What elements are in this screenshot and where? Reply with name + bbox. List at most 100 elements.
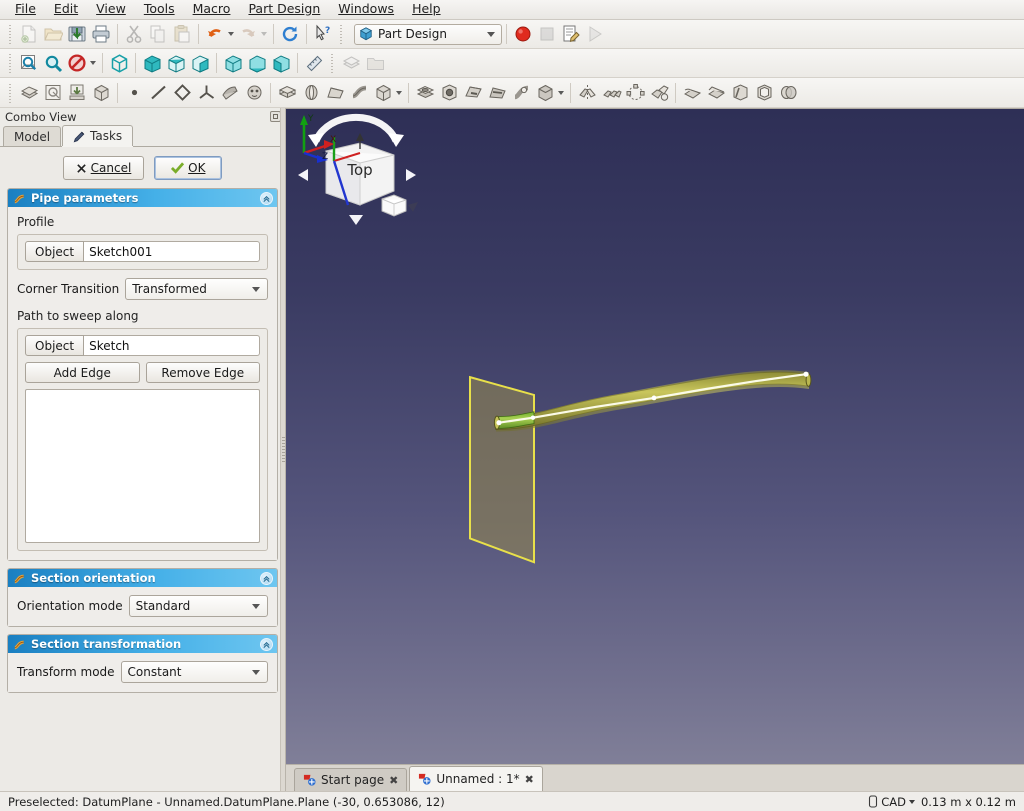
axonometric-view-icon[interactable] (107, 51, 131, 75)
draw-style-dropdown-caret[interactable] (90, 61, 96, 65)
subtractive-loft-icon[interactable] (485, 81, 509, 105)
save-document-icon[interactable] (65, 22, 89, 46)
chamfer-icon[interactable] (704, 81, 728, 105)
pad-icon[interactable] (275, 81, 299, 105)
remove-edge-button[interactable]: Remove Edge (146, 362, 261, 383)
hole-icon[interactable] (437, 81, 461, 105)
additive-primitive-icon[interactable] (371, 81, 395, 105)
edge-list[interactable] (25, 389, 260, 543)
macro-record-icon[interactable] (511, 22, 535, 46)
toolbar-grip[interactable] (7, 53, 14, 73)
multi-transform-icon[interactable] (647, 81, 671, 105)
refresh-icon[interactable] (278, 22, 302, 46)
subtractive-primitive-icon[interactable] (533, 81, 557, 105)
unit-system-selector[interactable]: CAD (868, 795, 915, 809)
draft-icon[interactable] (728, 81, 752, 105)
shape-binder-icon[interactable] (218, 81, 242, 105)
menu-help[interactable]: Help (403, 0, 450, 19)
create-body-icon[interactable] (17, 81, 41, 105)
profile-object-button[interactable]: Object (25, 241, 84, 262)
front-view-icon[interactable] (140, 51, 164, 75)
redo-dropdown-caret[interactable] (261, 32, 267, 36)
create-sketch-icon[interactable] (41, 81, 65, 105)
cut-icon[interactable] (122, 22, 146, 46)
close-icon[interactable]: ✖ (389, 774, 398, 787)
pocket-icon[interactable] (413, 81, 437, 105)
group-section-transformation-header[interactable]: Section transformation (8, 635, 277, 653)
toolbar-grip[interactable] (338, 24, 345, 44)
whats-this-icon[interactable]: ? (311, 22, 335, 46)
mirrored-icon[interactable] (575, 81, 599, 105)
edit-sketch-icon[interactable] (65, 81, 89, 105)
revolution-icon[interactable] (299, 81, 323, 105)
additive-loft-icon[interactable] (323, 81, 347, 105)
panel-splitter[interactable] (280, 108, 285, 791)
transform-mode-select[interactable]: Constant (121, 661, 268, 683)
copy-icon[interactable] (146, 22, 170, 46)
sub-object-binder-icon[interactable] (242, 81, 266, 105)
menu-macro[interactable]: Macro (184, 0, 240, 19)
measure-icon[interactable] (302, 51, 326, 75)
group-pipe-parameters-header[interactable]: Pipe parameters (8, 189, 277, 207)
workbench-selector[interactable]: Part Design (354, 24, 502, 45)
additive-primitive-dropdown-caret[interactable] (396, 91, 402, 95)
linear-pattern-icon[interactable] (599, 81, 623, 105)
open-document-icon[interactable] (41, 22, 65, 46)
rear-view-icon[interactable] (221, 51, 245, 75)
datum-line-icon[interactable] (146, 81, 170, 105)
chevron-up-icon[interactable] (260, 638, 273, 651)
bottom-view-icon[interactable] (245, 51, 269, 75)
tab-model[interactable]: Model (3, 126, 61, 146)
path-object-button[interactable]: Object (25, 335, 84, 356)
undo-icon[interactable] (203, 22, 227, 46)
toolbar-grip[interactable] (329, 53, 336, 73)
paste-icon[interactable] (170, 22, 194, 46)
group-section-orientation-header[interactable]: Section orientation (8, 569, 277, 587)
fit-all-icon[interactable] (17, 51, 41, 75)
boolean-icon[interactable] (776, 81, 800, 105)
menu-windows[interactable]: Windows (329, 0, 403, 19)
menu-tools[interactable]: Tools (135, 0, 184, 19)
menu-file[interactable]: File (6, 0, 45, 19)
3d-viewport[interactable]: Top Y X (286, 108, 1024, 764)
additive-pipe-icon[interactable] (347, 81, 371, 105)
close-icon[interactable]: ✖ (525, 773, 534, 786)
macro-execute-icon[interactable] (583, 22, 607, 46)
macro-edit-icon[interactable] (559, 22, 583, 46)
cancel-button[interactable]: Cancel (63, 156, 145, 180)
create-part-icon[interactable] (339, 51, 363, 75)
new-document-icon[interactable] (17, 22, 41, 46)
print-icon[interactable] (89, 22, 113, 46)
datum-plane-icon[interactable] (170, 81, 194, 105)
path-object-field[interactable]: Sketch (84, 335, 260, 356)
redo-icon[interactable] (236, 22, 260, 46)
ok-button[interactable]: OK (154, 156, 222, 180)
right-view-icon[interactable] (188, 51, 212, 75)
orientation-mode-select[interactable]: Standard (129, 595, 268, 617)
chevron-up-icon[interactable] (260, 572, 273, 585)
document-tab-unnamed[interactable]: Unnamed : 1* ✖ (409, 766, 543, 791)
thickness-icon[interactable] (752, 81, 776, 105)
create-group-icon[interactable] (363, 51, 387, 75)
macro-stop-icon[interactable] (535, 22, 559, 46)
tab-tasks[interactable]: Tasks (62, 125, 133, 146)
undo-dropdown-caret[interactable] (228, 32, 234, 36)
toolbar-grip[interactable] (7, 24, 14, 44)
profile-object-field[interactable]: Sketch001 (84, 241, 260, 262)
groove-icon[interactable] (461, 81, 485, 105)
fit-selection-icon[interactable] (41, 51, 65, 75)
document-tab-start-page[interactable]: Start page ✖ (294, 768, 407, 791)
toolbar-grip[interactable] (7, 83, 14, 103)
polar-pattern-icon[interactable] (623, 81, 647, 105)
add-edge-button[interactable]: Add Edge (25, 362, 140, 383)
subtractive-primitive-dropdown-caret[interactable] (558, 91, 564, 95)
chevron-up-icon[interactable] (260, 192, 273, 205)
menu-part-design[interactable]: Part Design (239, 0, 329, 19)
local-coordinate-system-icon[interactable] (194, 81, 218, 105)
corner-transition-select[interactable]: Transformed (125, 278, 268, 300)
datum-point-icon[interactable] (122, 81, 146, 105)
fillet-icon[interactable] (680, 81, 704, 105)
draw-style-icon[interactable] (65, 51, 89, 75)
subtractive-pipe-icon[interactable] (509, 81, 533, 105)
top-view-icon[interactable] (164, 51, 188, 75)
